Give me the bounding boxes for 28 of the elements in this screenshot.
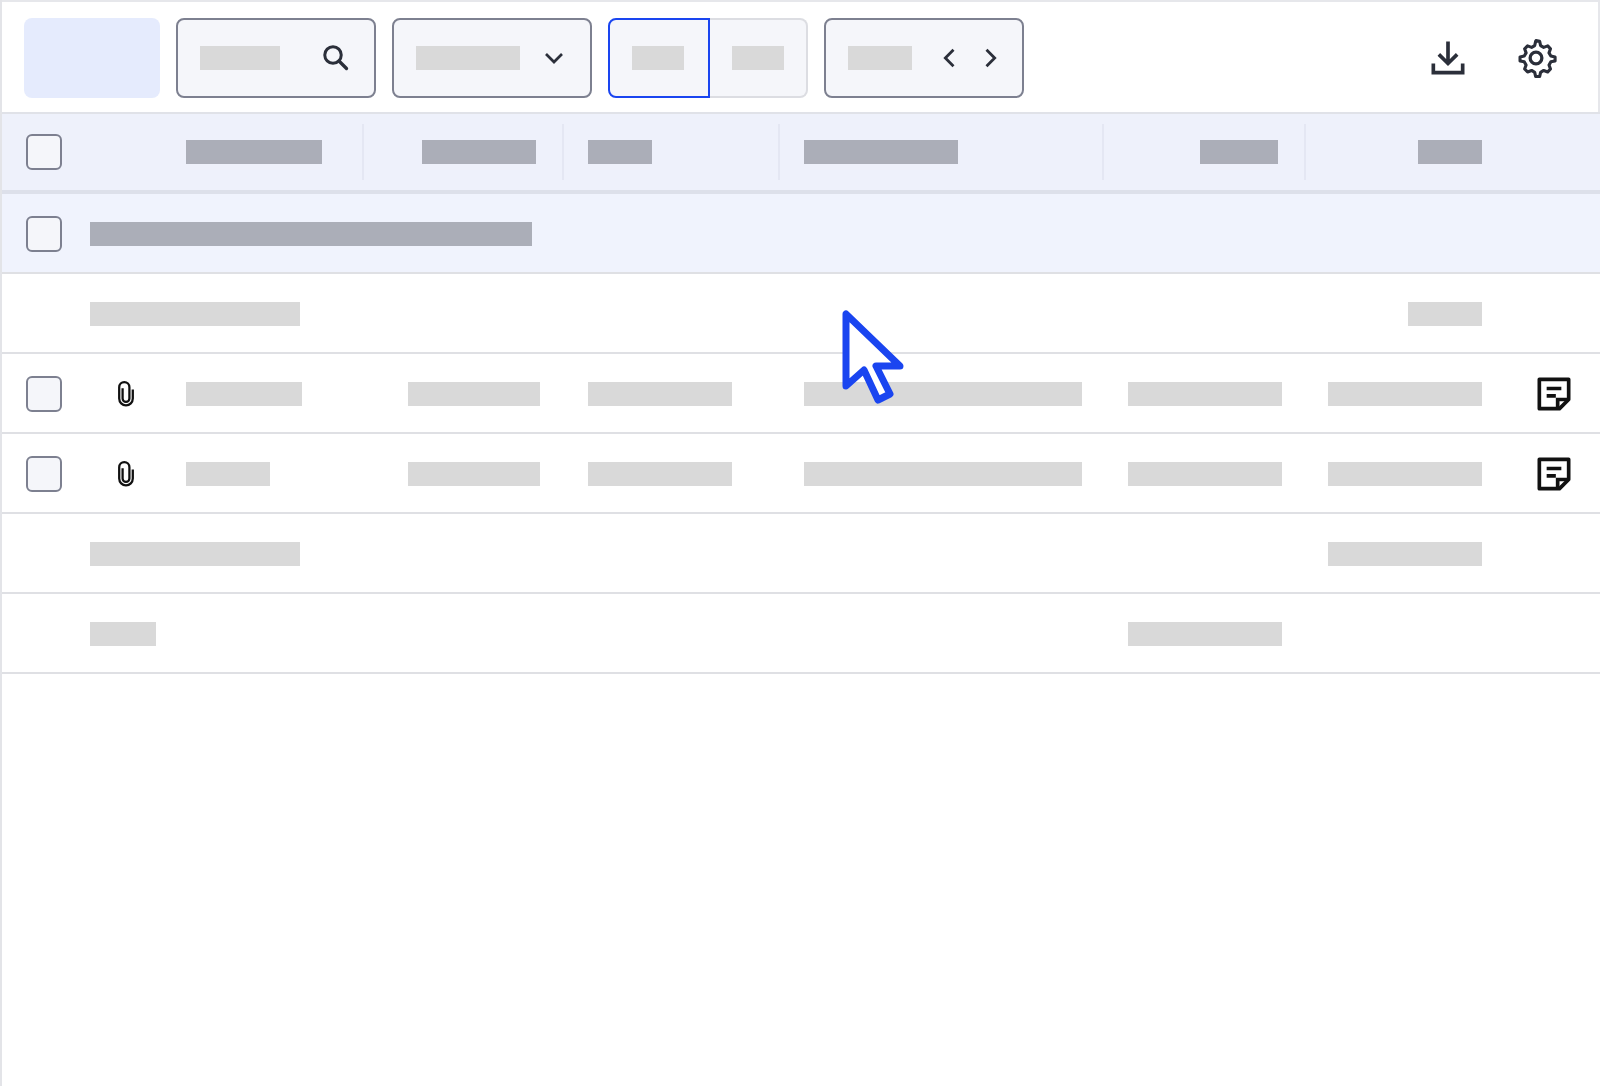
settings-icon[interactable] bbox=[1514, 35, 1558, 79]
search-icon bbox=[318, 39, 354, 75]
pager[interactable] bbox=[824, 17, 1024, 97]
text-placeholder bbox=[588, 381, 732, 405]
text-placeholder bbox=[200, 45, 280, 69]
text-placeholder bbox=[416, 45, 520, 69]
text-placeholder bbox=[422, 140, 536, 164]
text-placeholder bbox=[588, 140, 652, 164]
dropdown[interactable] bbox=[392, 17, 592, 97]
text-placeholder bbox=[408, 381, 540, 405]
text-placeholder bbox=[1408, 301, 1482, 325]
text-placeholder bbox=[1418, 140, 1482, 164]
text-placeholder bbox=[848, 45, 912, 69]
text-placeholder bbox=[408, 461, 540, 485]
text-placeholder bbox=[186, 461, 270, 485]
text-placeholder bbox=[186, 381, 302, 405]
text-placeholder bbox=[632, 45, 685, 69]
text-placeholder bbox=[186, 140, 322, 164]
checkbox[interactable] bbox=[26, 134, 62, 170]
checkbox[interactable] bbox=[26, 455, 62, 491]
text-placeholder bbox=[588, 461, 732, 485]
toggle-option[interactable] bbox=[608, 17, 709, 97]
search-field[interactable] bbox=[176, 17, 376, 97]
text-placeholder bbox=[90, 621, 156, 645]
text-placeholder bbox=[731, 45, 784, 69]
text-placeholder bbox=[1200, 140, 1278, 164]
checkbox[interactable] bbox=[26, 215, 62, 251]
checkbox[interactable] bbox=[26, 375, 62, 411]
